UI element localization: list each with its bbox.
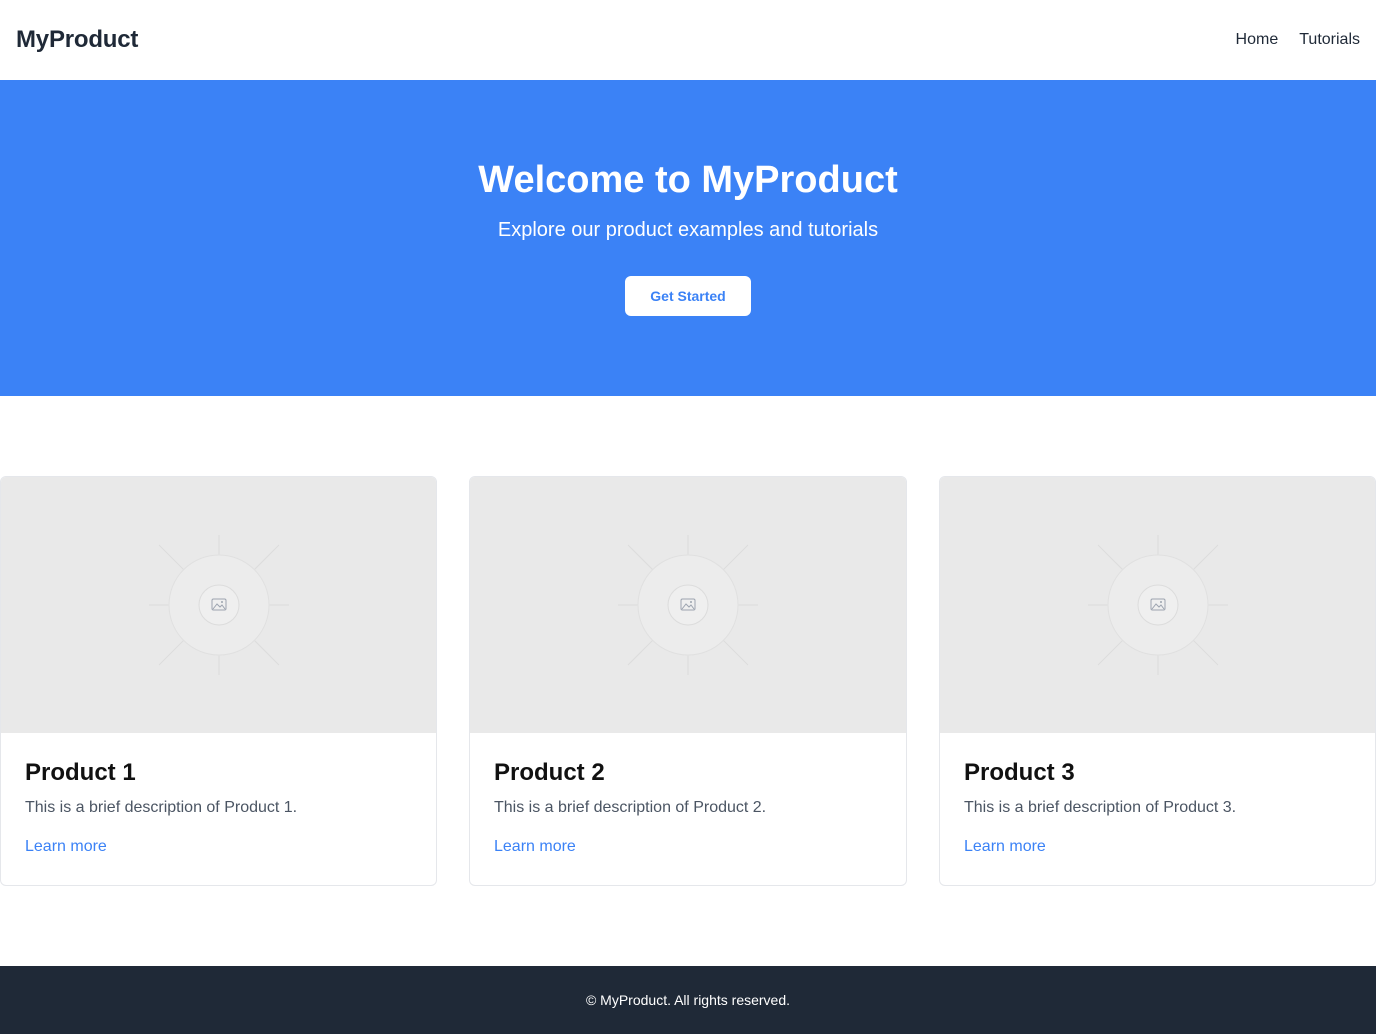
learn-more-link[interactable]: Learn more [964,838,1046,856]
product-title: Product 1 [25,759,136,786]
site-header: MyProduct Home Tutorials [0,0,1376,80]
product-cards: Product 1 This is a brief description of… [0,396,1376,966]
product-image-placeholder [1,477,436,733]
footer-copyright: © MyProduct. All rights reserved. [585,992,791,1008]
image-placeholder-icon [618,535,758,675]
hero-title: Welcome to MyProduct [478,159,898,201]
learn-more-link[interactable]: Learn more [494,838,576,856]
product-card-2: Product 2 This is a brief description of… [469,476,907,886]
site-logo[interactable]: MyProduct [16,26,138,54]
product-description: This is a brief description of Product 1… [25,799,298,816]
product-description: This is a brief description of Product 3… [964,799,1237,816]
image-placeholder-icon [148,535,289,675]
product-title: Product 3 [964,759,1075,786]
nav-link-home[interactable]: Home [1236,31,1279,49]
product-image-placeholder [940,477,1375,733]
hero-section: Welcome to MyProduct Explore our product… [0,80,1376,396]
product-card-3: Product 3 This is a brief description of… [939,476,1376,886]
product-image-placeholder [470,477,906,733]
product-description: This is a brief description of Product 2… [494,799,767,816]
hero-subtitle: Explore our product examples and tutoria… [497,219,879,241]
get-started-button[interactable]: Get Started [625,276,751,316]
image-placeholder-icon [1087,535,1228,675]
nav-link-tutorials[interactable]: Tutorials [1299,31,1360,49]
learn-more-link[interactable]: Learn more [25,838,107,856]
product-card-1: Product 1 This is a brief description of… [0,476,437,886]
main-nav: Home Tutorials [1236,31,1360,49]
site-footer: © MyProduct. All rights reserved. [0,966,1376,1034]
product-title: Product 2 [494,759,605,786]
